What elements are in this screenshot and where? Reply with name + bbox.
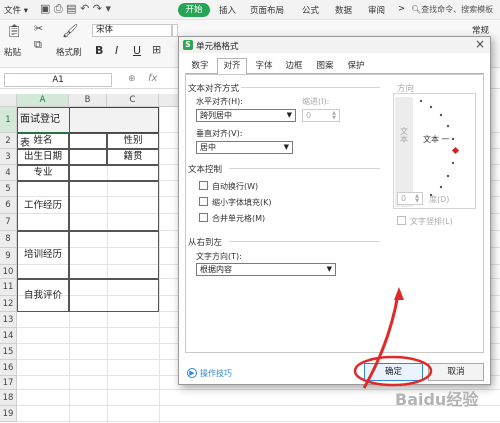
annotation-arrowhead: [394, 287, 404, 300]
annotation-overlay: [353, 287, 433, 389]
baidu-watermark: Baidu经验: [395, 390, 479, 409]
annotation-circle: [353, 355, 433, 387]
annotation-arrow: [362, 293, 400, 389]
